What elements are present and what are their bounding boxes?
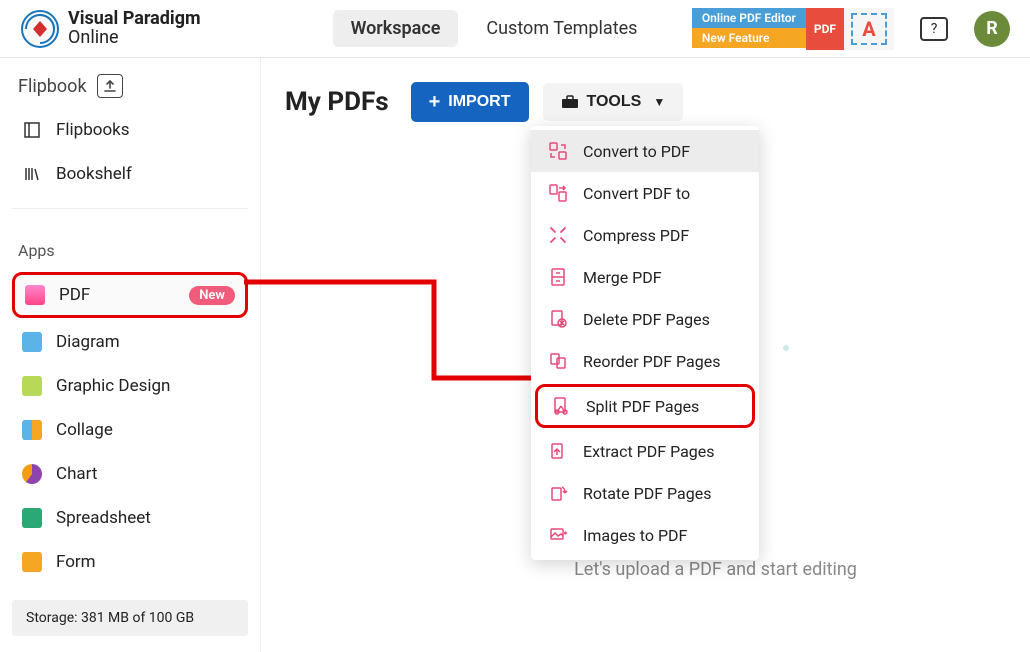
menu-label: Rotate PDF Pages <box>583 484 711 503</box>
flipbook-label: Flipbook <box>18 76 87 97</box>
menu-extract-pdf-pages[interactable]: Extract PDF Pages <box>531 430 759 472</box>
vp-logo-icon <box>20 9 60 49</box>
divider <box>12 208 248 209</box>
menu-delete-pdf-pages[interactable]: Delete PDF Pages <box>531 298 759 340</box>
graphic-design-icon <box>22 376 42 396</box>
reorder-icon <box>547 350 569 372</box>
promo-pdf-badge: PDF <box>806 8 844 50</box>
brand-line1: Visual Paradigm <box>68 10 201 29</box>
empty-subtitle: Let's upload a PDF and start editing <box>441 559 990 580</box>
menu-label: Merge PDF <box>583 268 662 287</box>
menu-label: Delete PDF Pages <box>583 310 710 329</box>
chevron-down-icon: ▼ <box>653 95 665 109</box>
bookshelf-label: Bookshelf <box>56 164 132 184</box>
book-icon <box>22 120 42 140</box>
merge-icon <box>547 266 569 288</box>
compress-icon <box>547 224 569 246</box>
apps-label: Apps <box>18 241 248 260</box>
header: Visual Paradigm Online Workspace Custom … <box>0 0 1030 58</box>
menu-compress-pdf[interactable]: Compress PDF <box>531 214 759 256</box>
menu-label: Images to PDF <box>583 526 687 545</box>
user-avatar[interactable]: R <box>974 11 1010 47</box>
graphic-design-label: Graphic Design <box>56 376 170 396</box>
sidebar-item-chart[interactable]: Chart <box>12 454 248 494</box>
sidebar-item-flipbooks[interactable]: Flipbooks <box>12 110 248 150</box>
tab-custom-templates[interactable]: Custom Templates <box>468 10 655 47</box>
brand-logo[interactable]: Visual Paradigm Online <box>20 9 201 49</box>
sidebar-item-bookshelf[interactable]: Bookshelf <box>12 154 248 194</box>
storage-info: Storage: 381 MB of 100 GB <box>12 600 248 636</box>
promo-banner[interactable]: Online PDF Editor New Feature PDF A <box>692 8 894 50</box>
collage-icon <box>22 420 42 440</box>
sidebar-item-spreadsheet[interactable]: Spreadsheet <box>12 498 248 538</box>
form-icon <box>22 552 42 572</box>
split-icon <box>550 395 572 417</box>
menu-label: Convert to PDF <box>583 142 690 161</box>
form-label: Form <box>56 552 96 572</box>
flipbook-header: Flipbook <box>12 74 248 98</box>
chart-label: Chart <box>56 464 97 484</box>
delete-icon <box>547 308 569 330</box>
help-icon[interactable]: ? <box>920 17 948 41</box>
sidebar-item-collage[interactable]: Collage <box>12 410 248 450</box>
menu-convert-pdf-to[interactable]: Convert PDF to <box>531 172 759 214</box>
sidebar: Flipbook Flipbooks Bookshelf Apps PDF Ne… <box>0 58 260 652</box>
body: Flipbook Flipbooks Bookshelf Apps PDF Ne… <box>0 58 1030 652</box>
pdf-icon <box>25 285 45 305</box>
sidebar-item-graphic-design[interactable]: Graphic Design <box>12 366 248 406</box>
page-title: My PDFs <box>285 87 389 117</box>
images-icon <box>547 524 569 546</box>
main: My PDFs + IMPORT TOOLS ▼ Convert to PDF <box>260 58 1030 652</box>
convert-pdf-to-icon <box>547 182 569 204</box>
tab-workspace[interactable]: Workspace <box>333 10 459 47</box>
sidebar-item-pdf[interactable]: PDF New <box>12 272 248 318</box>
promo-line2: New Feature <box>692 28 806 48</box>
menu-merge-pdf[interactable]: Merge PDF <box>531 256 759 298</box>
import-button[interactable]: + IMPORT <box>411 82 529 122</box>
nav-tabs: Workspace Custom Templates <box>333 10 656 47</box>
menu-rotate-pdf-pages[interactable]: Rotate PDF Pages <box>531 472 759 514</box>
rotate-icon <box>547 482 569 504</box>
promo-a-icon: A <box>844 8 894 50</box>
brand-line2: Online <box>68 29 201 48</box>
promo-left: Online PDF Editor New Feature <box>692 8 806 50</box>
sidebar-item-form[interactable]: Form <box>12 542 248 582</box>
bookshelf-icon <box>22 164 42 184</box>
spreadsheet-icon <box>22 508 42 528</box>
menu-label: Split PDF Pages <box>586 397 699 416</box>
chart-icon <box>22 464 42 484</box>
flipbooks-label: Flipbooks <box>56 120 130 140</box>
menu-label: Extract PDF Pages <box>583 442 715 461</box>
menu-reorder-pdf-pages[interactable]: Reorder PDF Pages <box>531 340 759 382</box>
import-label: IMPORT <box>448 93 510 111</box>
sidebar-item-diagram[interactable]: Diagram <box>12 322 248 362</box>
diagram-icon <box>22 332 42 352</box>
plus-icon: + <box>429 92 441 112</box>
toolbox-icon <box>561 95 579 109</box>
upload-icon[interactable] <box>97 74 123 98</box>
menu-label: Compress PDF <box>583 226 689 245</box>
menu-convert-to-pdf[interactable]: Convert to PDF <box>531 130 759 172</box>
brand-text: Visual Paradigm Online <box>68 10 201 48</box>
tools-label: TOOLS <box>587 93 642 111</box>
menu-images-to-pdf[interactable]: Images to PDF <box>531 514 759 556</box>
tools-button[interactable]: TOOLS ▼ <box>543 83 684 121</box>
pdf-label: PDF <box>59 285 90 305</box>
collage-label: Collage <box>56 420 113 440</box>
promo-line1: Online PDF Editor <box>692 8 806 28</box>
menu-split-pdf-pages[interactable]: Split PDF Pages <box>535 384 755 428</box>
toolbar: My PDFs + IMPORT TOOLS ▼ <box>285 82 1006 122</box>
spreadsheet-label: Spreadsheet <box>56 508 151 528</box>
menu-label: Reorder PDF Pages <box>583 352 720 371</box>
new-badge: New <box>189 286 235 305</box>
menu-label: Convert PDF to <box>583 184 690 203</box>
tools-dropdown: Convert to PDF Convert PDF to Compress P… <box>531 126 759 560</box>
convert-to-pdf-icon <box>547 140 569 162</box>
diagram-label: Diagram <box>56 332 120 352</box>
extract-icon <box>547 440 569 462</box>
